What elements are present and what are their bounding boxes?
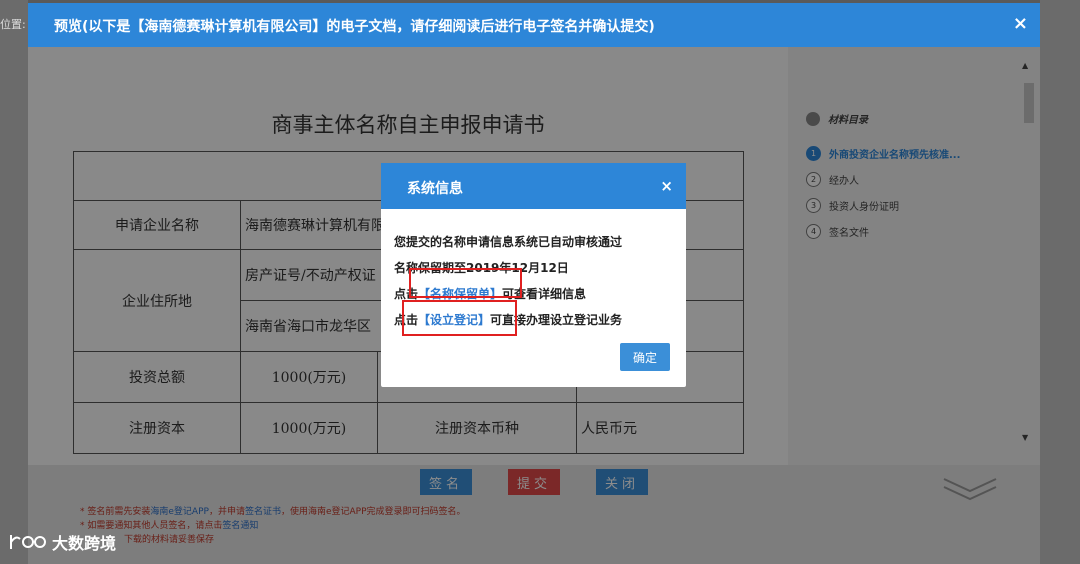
confirm-button[interactable]: 确定 xyxy=(620,343,670,371)
message-line: 您提交的名称申请信息系统已自动审核通过 xyxy=(394,235,623,249)
preview-title: 预览(以下是【海南德赛琳计算机有限公司】的电子文档，请仔细阅读后进行电子签名并确… xyxy=(54,19,655,35)
watermark-logo-icon xyxy=(10,535,46,549)
annotation-highlight-box xyxy=(402,300,517,336)
background-page-right xyxy=(1040,0,1080,564)
dialog-header: 系统信息 × xyxy=(381,163,686,209)
watermark-text: 大数跨境 xyxy=(52,534,117,553)
watermark: 大数跨境 xyxy=(8,530,116,554)
preview-close-icon[interactable]: × xyxy=(1013,13,1028,34)
annotation-highlight-box xyxy=(409,268,522,298)
preview-header: 预览(以下是【海南德赛琳计算机有限公司】的电子文档，请仔细阅读后进行电子签名并确… xyxy=(28,3,1040,47)
dialog-close-icon[interactable]: × xyxy=(660,177,673,195)
dialog-title: 系统信息 xyxy=(407,181,463,197)
background-page-left: 位置: xyxy=(0,0,28,564)
position-label: 位置: xyxy=(0,18,26,31)
